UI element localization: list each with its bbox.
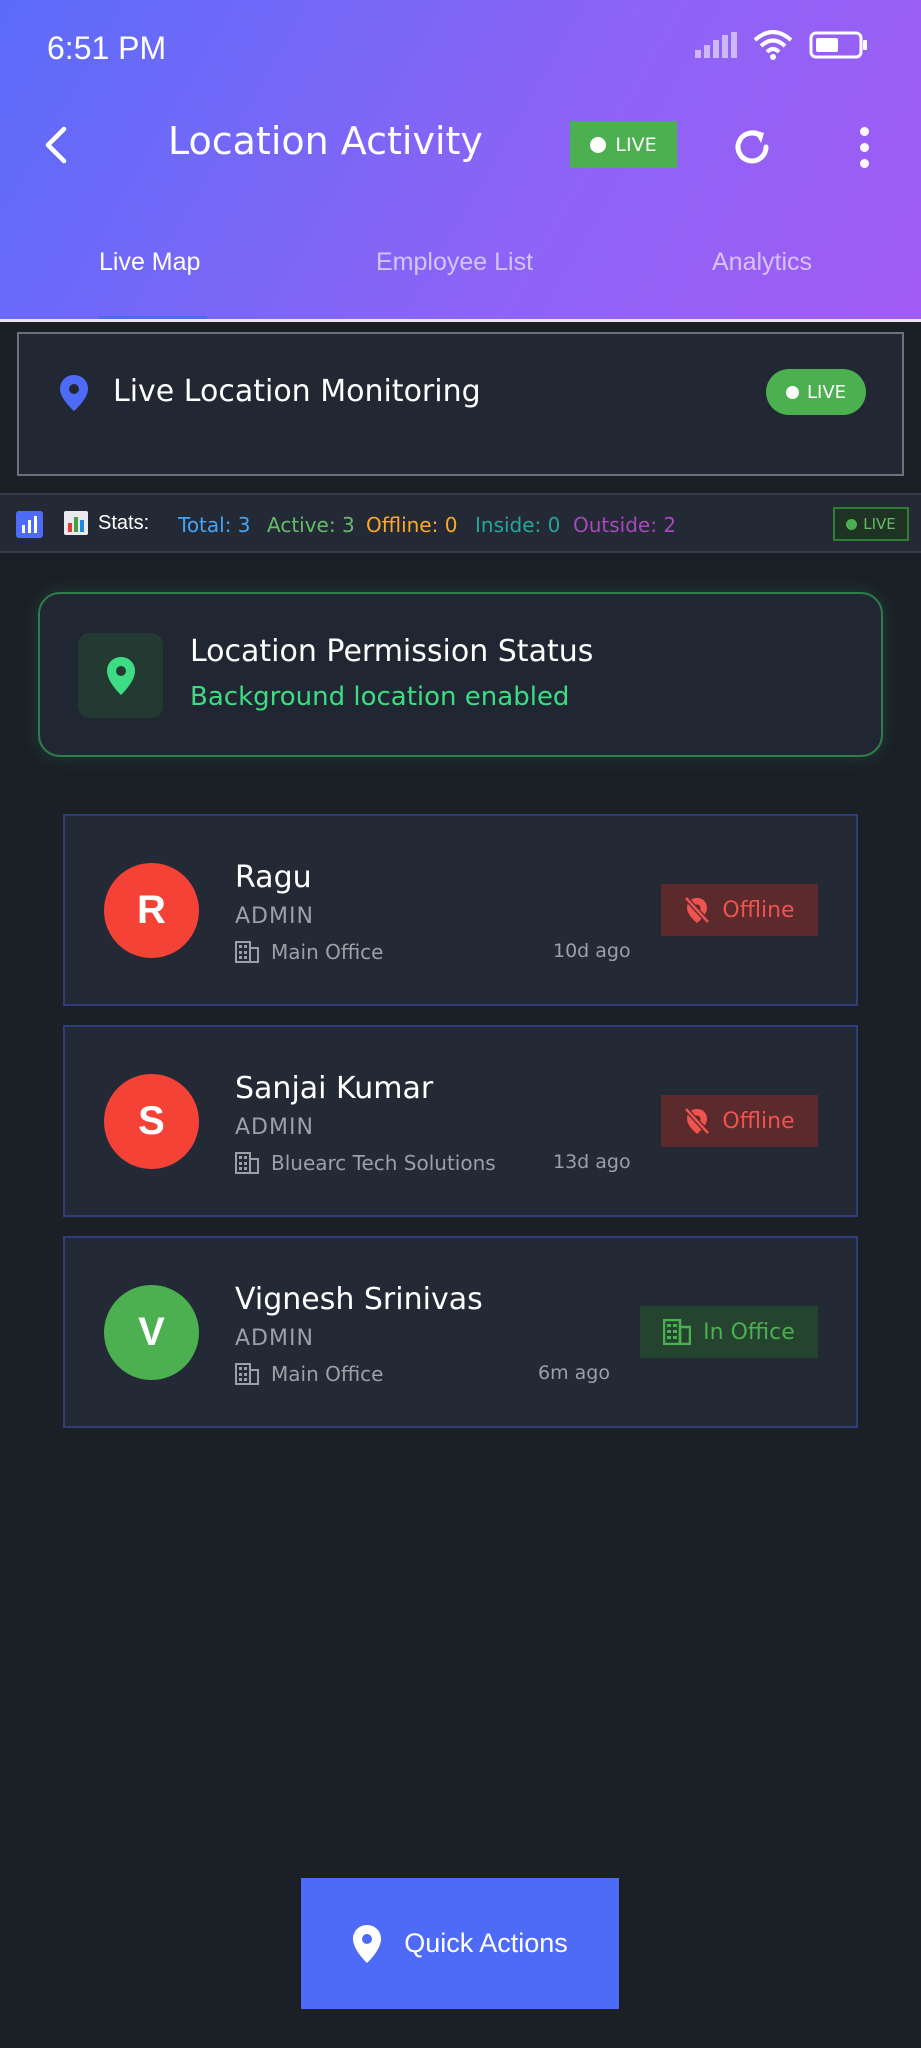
stat-outside: Outside: 2	[573, 513, 677, 537]
status-label: Offline	[722, 897, 795, 923]
status-badge: Offline	[661, 1095, 818, 1147]
battery-icon	[809, 31, 867, 59]
location-pin-icon	[106, 656, 135, 695]
stats-live-badge: LIVE	[833, 507, 909, 541]
employee-role: ADMIN	[235, 1115, 314, 1140]
tab-live-map[interactable]: Live Map	[99, 248, 200, 277]
employee-office: Main Office	[235, 940, 383, 964]
more-dot-icon	[859, 142, 869, 152]
wifi-icon	[753, 30, 793, 60]
tab-bar: Live Map Employee List Analytics	[0, 228, 921, 322]
live-dot-icon	[846, 518, 858, 530]
stat-inside: Inside: 0	[475, 513, 561, 537]
more-dot-icon	[859, 126, 869, 136]
employee-card[interactable]: V Vignesh Srinivas ADMIN Main Office 6m …	[63, 1236, 858, 1428]
more-dot-icon	[859, 158, 869, 168]
refresh-icon	[735, 130, 769, 164]
employee-name: Ragu	[235, 860, 312, 895]
stats-chart-icon	[16, 511, 43, 538]
building-icon	[235, 1363, 259, 1385]
status-badge: In Office	[640, 1306, 818, 1358]
location-off-icon	[684, 1107, 711, 1135]
location-pin-icon	[353, 1924, 382, 1963]
employee-office: Main Office	[235, 1362, 383, 1386]
location-pin-icon	[60, 375, 88, 411]
stat-active: Active: 3	[267, 513, 355, 537]
live-dot-icon	[590, 136, 607, 153]
building-icon	[663, 1319, 692, 1345]
live-label: LIVE	[863, 515, 896, 533]
status-bar: 6:51 PM	[0, 0, 921, 100]
bar-chart-emoji-icon	[64, 511, 88, 535]
employee-role: ADMIN	[235, 904, 314, 929]
quick-actions-label: Quick Actions	[404, 1928, 568, 1958]
employee-role: ADMIN	[235, 1326, 314, 1351]
app-bar: Location Activity LIVE	[0, 105, 921, 185]
header-divider	[0, 319, 921, 322]
employee-office: Bluearc Tech Solutions	[235, 1151, 496, 1175]
monitoring-label: Live Location Monitoring	[113, 374, 481, 409]
permission-icon-box	[78, 633, 163, 718]
status-badge: Offline	[661, 884, 818, 936]
office-name: Main Office	[271, 940, 384, 964]
employee-card[interactable]: R Ragu ADMIN Main Office 10d ago Offline	[63, 814, 858, 1006]
signal-icon	[695, 32, 737, 58]
tab-employee-list[interactable]: Employee List	[376, 248, 533, 277]
permission-subtitle: Background location enabled	[190, 682, 570, 712]
tab-analytics[interactable]: Analytics	[712, 248, 812, 277]
last-seen: 10d ago	[553, 940, 631, 962]
back-button[interactable]	[36, 115, 76, 175]
page-title: Location Activity	[168, 119, 483, 163]
permission-status-card[interactable]: Location Permission Status Background lo…	[38, 592, 883, 757]
back-arrow-icon	[45, 126, 67, 164]
status-time: 6:51 PM	[47, 30, 167, 66]
avatar: V	[104, 1285, 199, 1380]
status-label: In Office	[703, 1319, 795, 1345]
live-indicator: LIVE	[570, 121, 677, 168]
status-label: Offline	[722, 1108, 795, 1134]
employee-card[interactable]: S Sanjai Kumar ADMIN Bluearc Tech Soluti…	[63, 1025, 858, 1217]
live-label: LIVE	[806, 381, 847, 403]
app-header: 6:51 PM Location Activity LIVE Live Map …	[0, 0, 921, 322]
building-icon	[235, 1152, 259, 1174]
live-label: LIVE	[615, 133, 657, 156]
stats-label: Stats:	[98, 512, 150, 534]
live-dot-icon	[785, 385, 799, 399]
stat-total: Total: 3	[178, 513, 251, 537]
location-off-icon	[684, 896, 711, 924]
office-name: Bluearc Tech Solutions	[271, 1151, 496, 1175]
employee-name: Sanjai Kumar	[235, 1071, 434, 1106]
employee-name: Vignesh Srinivas	[235, 1282, 483, 1317]
live-status-pill: LIVE	[766, 369, 866, 415]
stats-bar: Stats: Total: 3 Active: 3 Offline: 0 Ins…	[0, 493, 921, 553]
live-monitoring-card: Live Location Monitoring LIVE	[17, 332, 904, 476]
avatar: S	[104, 1074, 199, 1169]
system-icons	[695, 30, 869, 60]
permission-title: Location Permission Status	[190, 634, 594, 669]
last-seen: 13d ago	[553, 1151, 631, 1173]
more-options-button[interactable]	[846, 123, 882, 171]
stat-offline: Offline: 0	[366, 513, 458, 537]
refresh-button[interactable]	[728, 123, 776, 171]
office-name: Main Office	[271, 1362, 384, 1386]
last-seen: 6m ago	[538, 1362, 610, 1384]
quick-actions-button[interactable]: Quick Actions	[301, 1878, 619, 2009]
building-icon	[235, 941, 259, 963]
avatar: R	[104, 863, 199, 958]
